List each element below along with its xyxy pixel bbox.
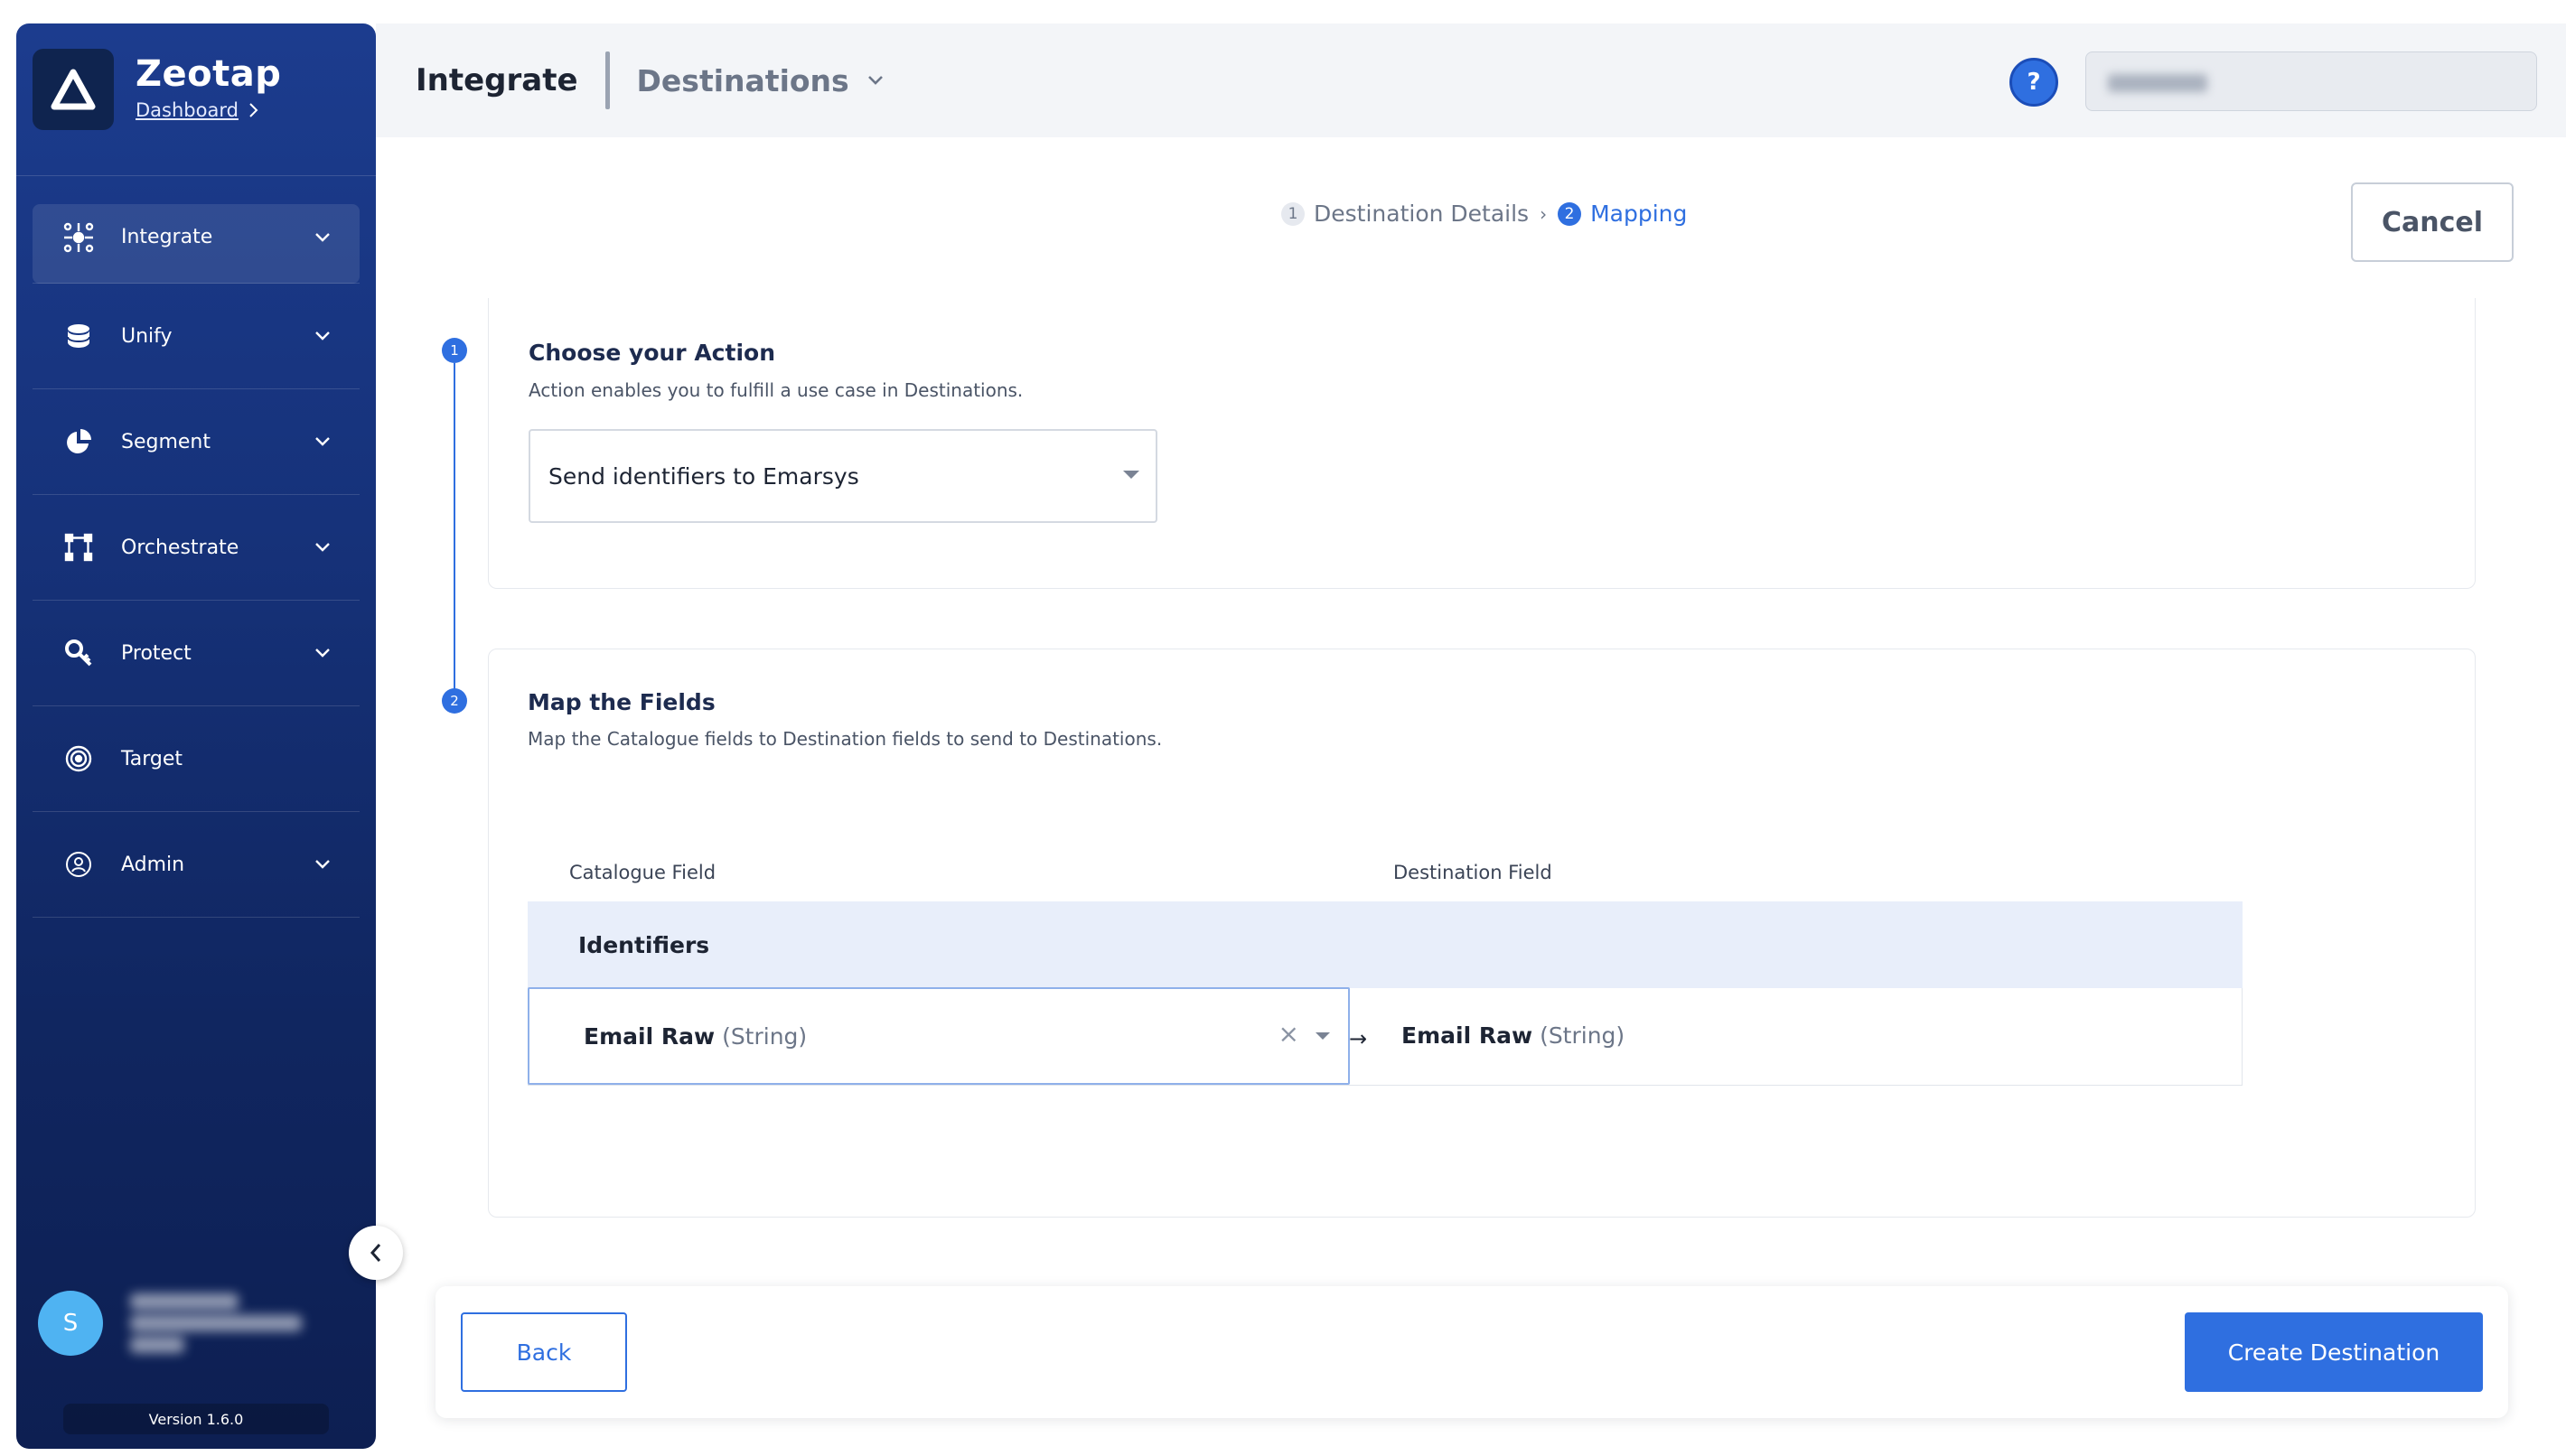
sidebar-item-integrate[interactable]: Integrate [33, 191, 360, 284]
action-select[interactable]: Send identifiers to Emarsys [529, 429, 1157, 523]
map-fields-title: Map the Fields [528, 689, 716, 715]
destinations-dropdown[interactable]: Destinations [637, 63, 884, 98]
map-fields-description: Map the Catalogue fields to Destination … [528, 728, 1163, 750]
identifiers-group-header: Identifiers [528, 901, 2243, 988]
page-title: Integrate [416, 62, 578, 98]
database-icon [63, 321, 94, 351]
sidebar-item-protect[interactable]: Protect [33, 601, 360, 706]
step-number: 2 [1558, 201, 1582, 226]
integrate-icon [63, 222, 94, 253]
sidebar: Zeotap Dashboard Integrate Unify Segment… [16, 23, 376, 1449]
breadcrumb: Dashboard [136, 99, 281, 121]
chevron-down-icon [313, 432, 332, 452]
chevron-right-icon [249, 103, 258, 117]
chevron-down-icon [313, 643, 332, 663]
arrow-right-icon: → [1349, 1026, 1368, 1051]
chevron-down-icon [867, 76, 883, 85]
shield-key-icon [63, 638, 94, 668]
zeotap-logo-icon[interactable] [33, 49, 114, 130]
destination-field-name: Email Raw [1401, 1022, 1533, 1049]
timeline-line [454, 363, 455, 697]
catalogue-field-header: Catalogue Field [569, 862, 716, 883]
clear-icon[interactable]: × [1278, 1022, 1299, 1047]
sidebar-item-label: Unify [121, 324, 173, 348]
catalogue-field-select[interactable]: Email Raw (String) × [528, 987, 1350, 1085]
cancel-button[interactable]: Cancel [2351, 182, 2514, 262]
back-button[interactable]: Back [461, 1312, 627, 1392]
brand-name: Zeotap [136, 53, 282, 95]
brand: Zeotap Dashboard [33, 49, 281, 130]
sidebar-item-label: Orchestrate [121, 536, 239, 559]
action-select-value: Send identifiers to Emarsys [548, 462, 859, 490]
chevron-down-icon [313, 326, 332, 346]
sidebar-item-label: Segment [121, 430, 211, 453]
workflow-icon [63, 532, 94, 563]
user-profile[interactable]: S [38, 1288, 302, 1358]
caret-down-icon [1123, 471, 1139, 479]
destination-field-type: (String) [1540, 1022, 1625, 1049]
sidebar-item-admin[interactable]: Admin [33, 812, 360, 918]
sidebar-nav: Integrate Unify Segment Orchestrate Prot… [33, 191, 360, 918]
user-circle-icon [63, 849, 94, 880]
chevron-down-icon [313, 228, 332, 247]
create-destination-button[interactable]: Create Destination [2185, 1312, 2483, 1392]
catalogue-field-name: Email Raw [584, 1022, 716, 1050]
footer-action-bar: Back Create Destination [435, 1286, 2508, 1418]
account-selector-redacted[interactable] [2085, 51, 2537, 111]
choose-action-title: Choose your Action [529, 340, 775, 366]
choose-action-description: Action enables you to fulfill a use case… [529, 379, 1024, 401]
step-mapping[interactable]: Mapping [1590, 201, 1687, 227]
collapse-sidebar-button[interactable] [349, 1226, 403, 1280]
destinations-label: Destinations [636, 62, 849, 98]
sidebar-item-unify[interactable]: Unify [33, 284, 360, 389]
sidebar-item-label: Target [121, 747, 183, 770]
destination-field-header: Destination Field [1393, 862, 1552, 883]
sidebar-item-label: Admin [121, 853, 185, 876]
sidebar-item-label: Integrate [121, 226, 213, 248]
user-details-redacted [130, 1288, 302, 1358]
sidebar-item-segment[interactable]: Segment [33, 389, 360, 495]
step-separator: › [1540, 202, 1548, 225]
avatar[interactable]: S [38, 1291, 103, 1356]
sidebar-item-target[interactable]: Target [33, 706, 360, 812]
chevron-left-icon [370, 1244, 381, 1262]
chevron-down-icon [313, 537, 332, 557]
header-divider [604, 51, 610, 109]
target-icon [63, 743, 94, 774]
caret-down-icon[interactable] [1316, 1032, 1330, 1040]
mapping-row: Email Raw (String) × → Email Raw (String… [528, 987, 2243, 1086]
catalogue-field-type: (String) [722, 1022, 808, 1050]
sidebar-divider [16, 175, 376, 176]
step-destination-details[interactable]: Destination Details [1314, 201, 1529, 227]
stepper: 1 Destination Details › 2 Mapping [1281, 201, 1687, 227]
sidebar-item-orchestrate[interactable]: Orchestrate [33, 495, 360, 601]
step-number: 1 [1281, 201, 1305, 226]
top-header: Integrate Destinations ? [376, 23, 2566, 137]
breadcrumb-dashboard-link[interactable]: Dashboard [136, 99, 239, 121]
version-label: Version 1.6.0 [63, 1404, 329, 1434]
timeline-step-1: 1 [442, 338, 467, 363]
sidebar-item-label: Protect [121, 641, 192, 665]
destination-field-value: Email Raw (String) [1401, 988, 1625, 1082]
pie-chart-icon [63, 426, 94, 457]
help-icon[interactable]: ? [2009, 58, 2058, 107]
timeline-step-2: 2 [442, 688, 467, 714]
chevron-down-icon [313, 854, 332, 874]
